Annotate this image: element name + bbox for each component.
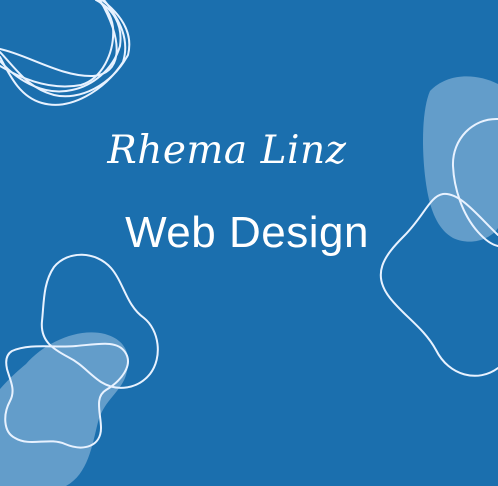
wave-line-5 bbox=[0, 0, 115, 88]
wave-line-4 bbox=[0, 0, 122, 93]
design-canvas: Rhema Linz Web Design bbox=[0, 0, 498, 486]
headline-text: Web Design bbox=[125, 208, 369, 257]
wave-line-1 bbox=[0, 0, 118, 78]
signature-script: Rhema Linz bbox=[107, 128, 347, 173]
top-left-wave-lines bbox=[0, 0, 131, 106]
wave-line-3 bbox=[0, 0, 127, 106]
